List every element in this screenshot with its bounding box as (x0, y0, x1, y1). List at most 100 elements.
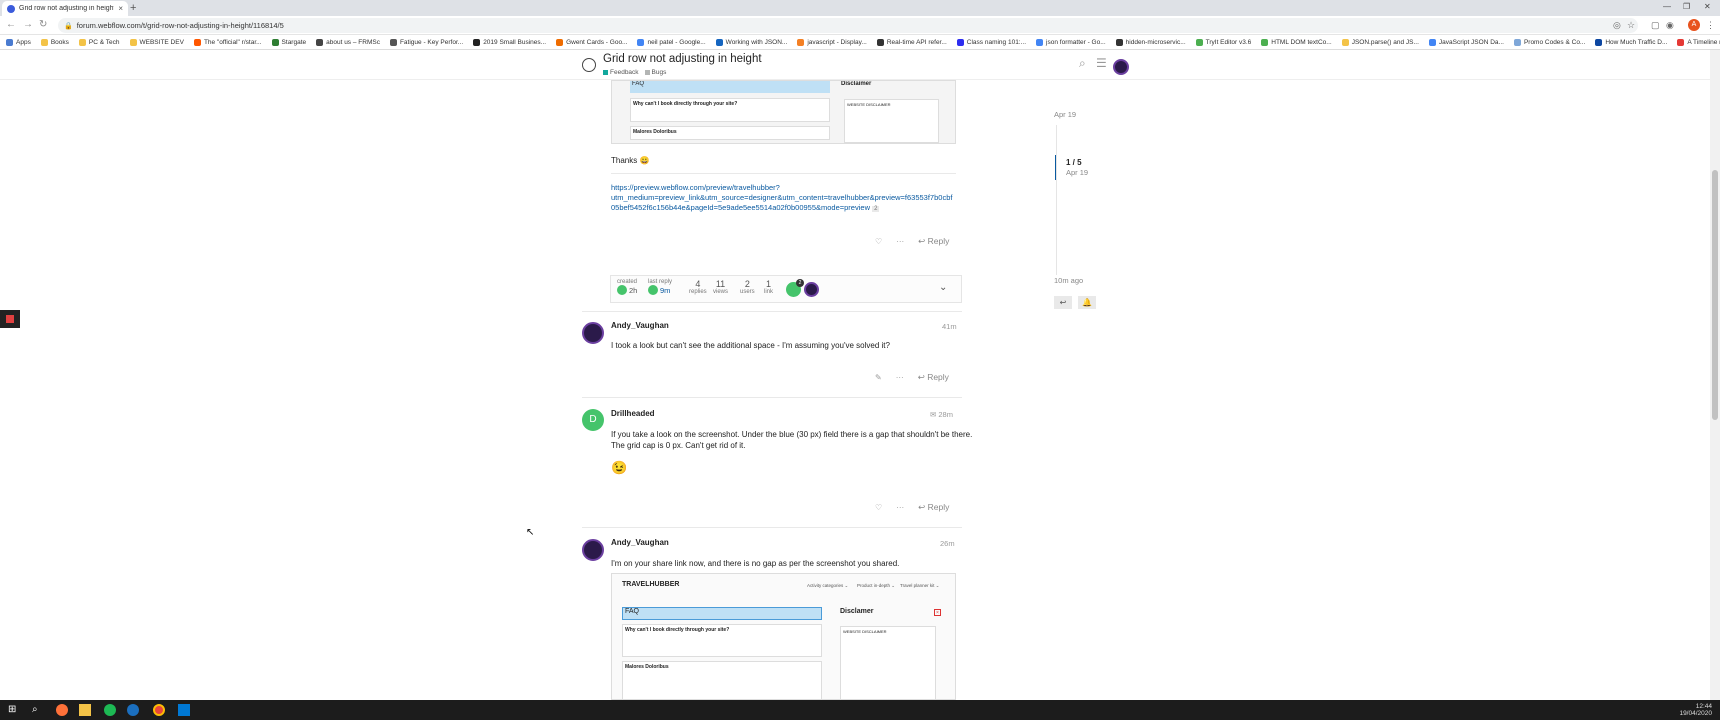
thumb-faq-heading: FAQ (630, 81, 830, 93)
maximize-icon[interactable]: ❐ (1683, 2, 1690, 11)
post-username[interactable]: Andy_Vaughan (611, 538, 669, 547)
bookmark-item[interactable]: javascript - Display... (797, 38, 867, 46)
back-icon[interactable]: ← (6, 19, 16, 30)
forward-icon[interactable]: → (23, 19, 33, 30)
edit-pencil-icon[interactable]: ✎ (875, 373, 882, 382)
timeline-end-date[interactable]: 10m ago (1054, 276, 1083, 285)
more-actions-icon[interactable]: ··· (896, 503, 904, 512)
post-time[interactable]: 26m (940, 539, 955, 548)
profile-avatar[interactable]: A (1688, 19, 1700, 31)
location-icon[interactable]: ◎ (1613, 20, 1621, 31)
discourse-logo-icon[interactable] (582, 58, 596, 72)
outlook-icon[interactable] (178, 704, 190, 716)
reply-button[interactable]: ↩ Reply (918, 236, 949, 247)
avatar[interactable]: D (582, 409, 604, 431)
preview-link[interactable]: https://preview.webflow.com/preview/trav… (611, 183, 961, 214)
preview-nav: Activity categories ⌄ (807, 583, 849, 588)
search-icon[interactable]: ⌕ (1079, 56, 1086, 71)
reply-arrow-icon[interactable]: ↩ (1054, 296, 1072, 309)
like-heart-icon[interactable]: ♡ (875, 503, 882, 512)
bookmark-item[interactable]: Gwent Cards - Goo... (556, 38, 627, 46)
new-tab-button[interactable]: + (130, 2, 136, 14)
bookmark-item[interactable]: hidden-microservic... (1115, 38, 1186, 46)
category-bugs[interactable]: Bugs (644, 69, 666, 76)
timeline-track[interactable] (1056, 125, 1057, 275)
avatar[interactable] (582, 539, 604, 561)
scrollbar-thumb[interactable] (1712, 170, 1718, 420)
timeline-position-date: Apr 19 (1066, 168, 1089, 177)
lock-icon: 🔒 (64, 22, 73, 30)
post-body: If you take a look on the screenshot. Un… (611, 430, 973, 439)
avatar[interactable] (582, 322, 604, 344)
bookmark-item[interactable]: 2019 Small Busines... (473, 38, 546, 46)
brave-browser-icon[interactable] (56, 704, 68, 716)
side-widget[interactable] (0, 310, 20, 328)
avatar (617, 285, 627, 295)
bookmark-item[interactable]: Real-time API refer... (876, 38, 947, 46)
more-actions-icon[interactable]: ··· (896, 237, 904, 246)
preview-nav: Travel planner kit ⌄ (900, 583, 940, 588)
address-bar[interactable]: 🔒 forum.webflow.com/t/grid-row-not-adjus… (58, 18, 1638, 33)
menu-dots-icon[interactable]: ⋮ (1706, 20, 1715, 31)
timeline-start-date[interactable]: Apr 19 (1054, 110, 1076, 119)
reload-icon[interactable]: ↻ (39, 19, 47, 30)
steam-icon[interactable] (127, 704, 139, 716)
bookmark-favicon-icon (40, 38, 48, 46)
post-image-thumbnail[interactable]: FAQ Disclaimer Why can't I book directly… (611, 80, 956, 144)
post-time[interactable]: ✉ 28m (930, 410, 953, 419)
bookmark-item[interactable]: Books (40, 38, 69, 46)
like-heart-icon[interactable]: ♡ (875, 237, 882, 246)
post-screenshot-image[interactable]: TRAVELHUBBER Activity categories ⌄ Produ… (611, 573, 956, 700)
bookmark-item[interactable]: Stargate (271, 38, 306, 46)
divider (582, 397, 962, 398)
bookmark-item[interactable]: about us – FRMSc (316, 38, 380, 46)
bookmark-item[interactable]: JavaScript JSON Da... (1428, 38, 1504, 46)
bookmark-item[interactable]: neil patel - Google... (637, 38, 706, 46)
bookmark-item[interactable]: PC & Tech (78, 38, 120, 46)
extension-icon[interactable]: ◉ (1666, 20, 1674, 31)
bookmark-item[interactable]: json formatter - Go... (1036, 38, 1106, 46)
windows-start-icon[interactable]: ⊞ (8, 704, 20, 716)
chrome-icon[interactable] (153, 704, 165, 716)
post-username[interactable]: Drillheaded (611, 409, 655, 418)
hamburger-menu-icon[interactable]: ☰ (1096, 56, 1107, 70)
browser-tab[interactable]: Grid row not adjusting in height × (2, 1, 128, 16)
record-icon (6, 315, 14, 323)
bookmark-item[interactable]: WEBSITE DEV (129, 38, 184, 46)
minimize-icon[interactable]: — (1663, 2, 1671, 11)
bookmark-favicon-icon (637, 38, 645, 46)
extension-icon[interactable]: ▢ (1651, 20, 1660, 31)
more-actions-icon[interactable]: ··· (896, 373, 904, 382)
bookmark-favicon-icon (271, 38, 279, 46)
bookmark-item[interactable]: Apps (6, 38, 31, 46)
chevron-down-icon[interactable]: ⌄ (939, 282, 947, 293)
topic-title[interactable]: Grid row not adjusting in height (603, 53, 762, 65)
bookmark-item[interactable]: TryIt Editor v3.6 (1195, 38, 1251, 46)
bookmark-favicon-icon (389, 38, 397, 46)
spotify-icon[interactable] (104, 704, 116, 716)
bookmark-item[interactable]: How Much Traffic D... (1595, 38, 1667, 46)
bookmark-item[interactable]: The "official" r/star... (193, 38, 262, 46)
close-tab-icon[interactable]: × (118, 4, 123, 13)
bookmark-item[interactable]: HTML DOM textCo... (1261, 38, 1332, 46)
category-feedback[interactable]: Feedback (603, 69, 639, 76)
bookmark-item[interactable]: Promo Codes & Co... (1513, 38, 1585, 46)
bell-icon[interactable]: 🔔 (1078, 296, 1096, 309)
reply-button[interactable]: ↩ Reply (918, 372, 949, 383)
bookmark-star-icon[interactable]: ☆ (1627, 20, 1635, 31)
close-window-icon[interactable]: ✕ (1704, 2, 1711, 11)
post-time[interactable]: 41m (942, 322, 957, 331)
search-icon[interactable]: ⌕ (32, 704, 44, 716)
post-username[interactable]: Andy_Vaughan (611, 321, 669, 330)
system-tray-clock[interactable]: 12:44 19/04/2020 (1679, 703, 1712, 717)
bookmark-item[interactable]: Class naming 101:... (956, 38, 1026, 46)
file-explorer-icon[interactable] (79, 704, 91, 716)
participant-avatar[interactable] (804, 282, 819, 297)
topic-stat-replies: 4 replies (689, 279, 707, 295)
bookmark-item[interactable]: Fatigue - Key Perfor... (389, 38, 463, 46)
user-avatar[interactable] (1113, 59, 1129, 75)
bookmark-item[interactable]: JSON.parse() and JS... (1341, 38, 1419, 46)
bookmark-item[interactable]: A Timeline made us... (1677, 38, 1720, 46)
reply-button[interactable]: ↩ Reply (918, 502, 949, 513)
bookmark-item[interactable]: Working with JSON... (715, 38, 787, 46)
